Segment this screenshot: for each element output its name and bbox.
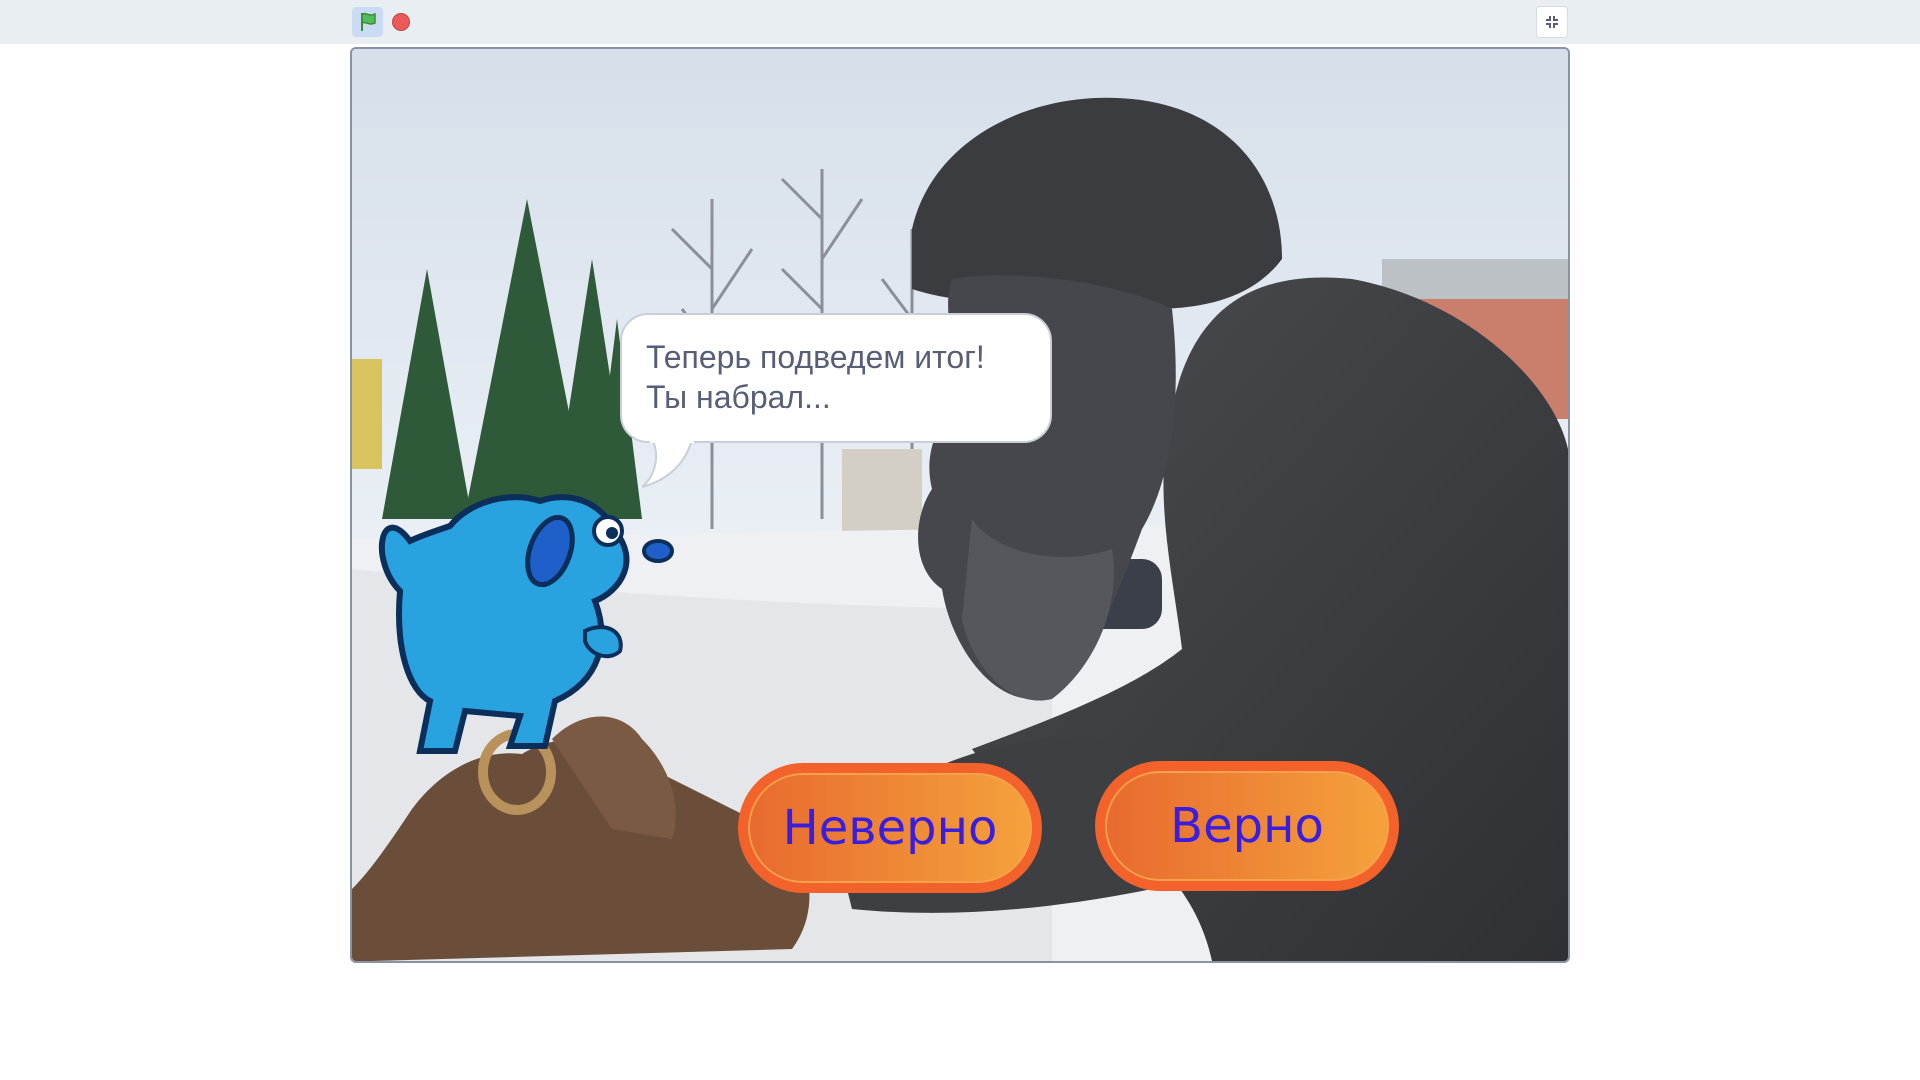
speech-bubble-tail <box>642 439 694 488</box>
stage-header <box>0 0 1920 44</box>
dog-sprite[interactable] <box>370 481 680 761</box>
exit-fullscreen-button[interactable] <box>1536 6 1568 38</box>
speech-bubble: Теперь подведем итог! Ты набрал... <box>620 313 1052 443</box>
speech-line-2: Ты набрал... <box>646 379 831 415</box>
speech-line-1: Теперь подведем итог! <box>646 339 985 375</box>
green-flag-icon <box>360 12 376 31</box>
stop-button[interactable] <box>392 13 410 31</box>
stage[interactable]: Теперь подведем итог! Ты набрал... Невер… <box>350 47 1570 963</box>
wrong-answer-button[interactable]: Неверно <box>738 763 1042 893</box>
exit-fullscreen-icon <box>1546 16 1558 28</box>
green-flag-button[interactable] <box>352 7 383 37</box>
correct-answer-button[interactable]: Верно <box>1095 761 1399 891</box>
